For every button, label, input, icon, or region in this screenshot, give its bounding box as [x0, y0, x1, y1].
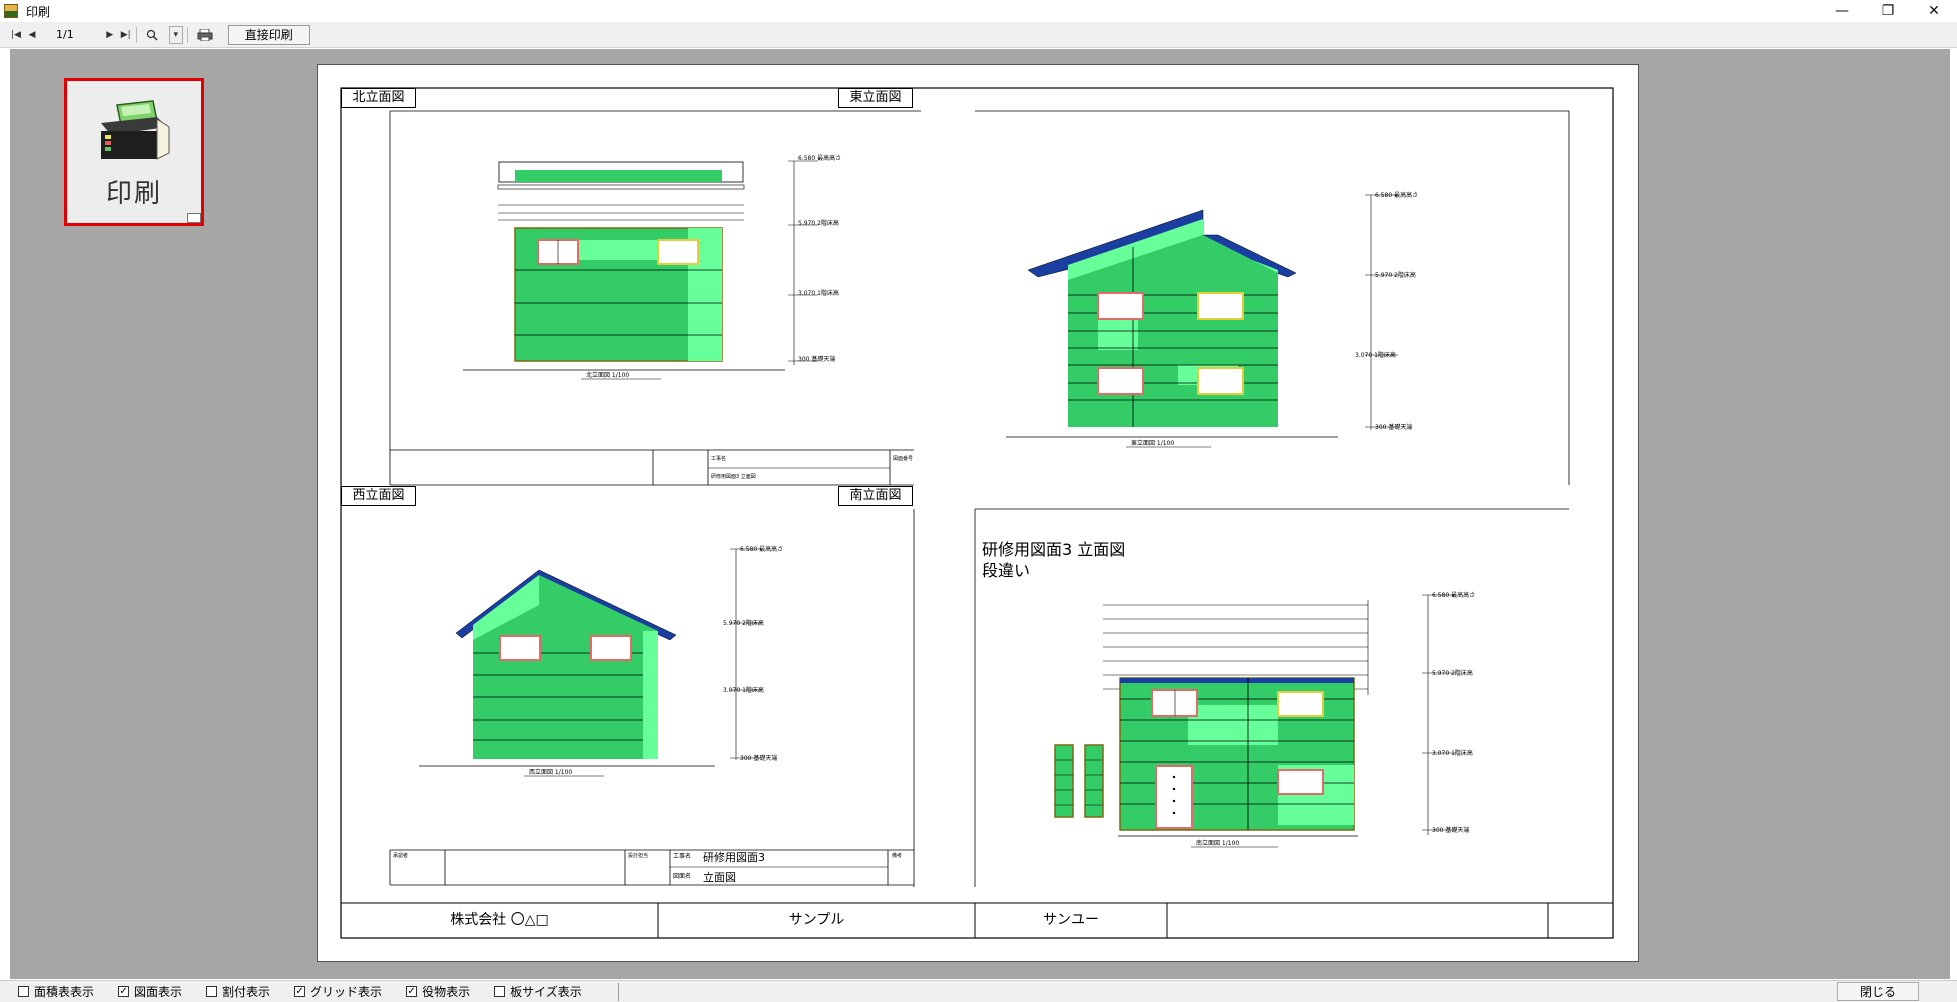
svg-text:西立面図 1/100: 西立面図 1/100 [529, 768, 572, 776]
svg-text:5.970 2階床高: 5.970 2階床高 [1432, 669, 1473, 677]
checkbox-label: 板サイズ表示 [510, 985, 582, 999]
svg-text:3.070 1階床高: 3.070 1階床高 [798, 289, 839, 297]
svg-text:北立面図 1/100: 北立面図 1/100 [586, 371, 629, 379]
minimize-button[interactable]: — [1819, 0, 1865, 22]
next-page-icon[interactable]: ▶ [104, 26, 116, 44]
checkbox-label: 割付表示 [222, 985, 271, 999]
svg-text:東立面図 1/100: 東立面図 1/100 [1131, 439, 1174, 447]
checkbox-drawing[interactable]: ✓ 図面表示 [118, 983, 182, 1000]
title-block-drawing-value: 立面図 [703, 871, 736, 884]
checkbox-box[interactable] [206, 986, 218, 997]
svg-text:5.970 2階床高: 5.970 2階床高 [1375, 271, 1416, 279]
status-divider [618, 983, 619, 1001]
svg-text:300 基礎天端: 300 基礎天端 [740, 754, 777, 762]
svg-text:300 基礎天端: 300 基礎天端 [1375, 423, 1412, 431]
panel-label-north: 北立面図 [341, 88, 416, 108]
svg-text:6.580 最高高さ: 6.580 最高高さ [1432, 591, 1475, 599]
panel-label-west: 西立面図 [341, 486, 416, 506]
print-sheet: 工事名 研修用図面3 立面図 図面番号 北立面図 1/100 6.580 最高高… [317, 64, 1639, 962]
checkbox-box[interactable] [494, 986, 506, 997]
svg-text:3.070 1階床高: 3.070 1階床高 [723, 686, 764, 694]
title-block-drawing-label: 図面名 [673, 873, 692, 880]
app-icon [4, 4, 18, 18]
toolbar-divider [186, 26, 188, 43]
zoom-icon[interactable] [141, 26, 163, 44]
footer-maker: サンユー [1043, 912, 1099, 928]
maximize-button[interactable]: ❐ [1865, 0, 1911, 22]
svg-text:研修用図面3 立面図: 研修用図面3 立面図 [711, 473, 756, 480]
status-bar: 面積表表示 ✓ 図面表示 割付表示 ✓ グリッド表示 ✓ 役物表示 板サイズ表示 閉じ… [0, 980, 1957, 1002]
toolbar-divider [135, 26, 137, 43]
close-window-button[interactable]: ✕ [1911, 0, 1957, 22]
panel-label-east: 東立面図 [838, 88, 913, 108]
svg-text:6.580 最高高さ: 6.580 最高高さ [798, 154, 841, 162]
prev-page-icon[interactable]: ◀ [26, 26, 38, 44]
preview-toolbar: |◀ ◀ 1/1 ▶ ▶| ▾ 直接印刷 [0, 22, 1957, 48]
svg-text:3.070 1階床高: 3.070 1階床高 [1355, 351, 1396, 359]
footer-company: 株式会社 〇△□ [450, 912, 549, 928]
print-button-label: 印刷 [105, 179, 162, 209]
checkbox-label: 図面表示 [134, 985, 183, 999]
close-button[interactable]: 閉じる [1837, 982, 1919, 1001]
page-indicator: 1/1 [56, 28, 74, 41]
window-title: 印刷 [26, 4, 51, 19]
checkbox-grid[interactable]: ✓ グリッド表示 [294, 983, 382, 1000]
svg-text:300 基礎天端: 300 基礎天端 [798, 355, 835, 363]
drawing-subtitle: 段違い [982, 561, 1031, 580]
drawing-title: 研修用図面3 立面図 [982, 540, 1126, 559]
svg-text:5.970 2階床高: 5.970 2階床高 [723, 619, 764, 627]
svg-text:備考: 備考 [892, 852, 902, 859]
first-page-icon[interactable]: |◀ [10, 26, 22, 44]
checkbox-area-table[interactable]: 面積表表示 [18, 983, 94, 1000]
svg-text:300 基礎天端: 300 基礎天端 [1432, 826, 1469, 834]
checkbox-box[interactable]: ✓ [406, 986, 418, 997]
checkbox-label: 面積表表示 [34, 985, 95, 999]
title-block-project-label: 工事名 [673, 853, 692, 860]
print-button[interactable]: 印刷 [64, 78, 204, 226]
svg-text:6.580 最高高さ: 6.580 最高高さ [1375, 191, 1418, 199]
svg-text:図面番号: 図面番号 [893, 455, 913, 462]
svg-text:5.970 2階床高: 5.970 2階床高 [798, 219, 839, 227]
svg-text:工事名: 工事名 [711, 455, 726, 462]
svg-text:南立面図 1/100: 南立面図 1/100 [1196, 839, 1239, 847]
elevation-drawing: 工事名 研修用図面3 立面図 図面番号 北立面図 1/100 6.580 最高高… [340, 87, 1614, 939]
panel-label-south: 南立面図 [838, 486, 913, 506]
title-bar: 印刷 — ❐ ✕ [0, 0, 1957, 22]
print-button-corner [187, 213, 201, 223]
checkbox-box[interactable] [18, 986, 29, 997]
footer-sample: サンプル [788, 912, 845, 928]
checkbox-accessories[interactable]: ✓ 役物表示 [406, 983, 470, 1000]
checkbox-box[interactable]: ✓ [294, 986, 306, 997]
checkbox-box[interactable]: ✓ [118, 986, 130, 997]
svg-text:承認者: 承認者 [393, 852, 408, 859]
svg-text:3.070 1階床高: 3.070 1階床高 [1432, 749, 1473, 757]
svg-text:設計担当: 設計担当 [628, 852, 648, 859]
last-page-icon[interactable]: ▶| [120, 26, 132, 44]
checkbox-board-size[interactable]: 板サイズ表示 [494, 983, 582, 1000]
direct-print-button[interactable]: 直接印刷 [227, 24, 310, 45]
checkbox-label: グリッド表示 [310, 985, 383, 999]
svg-text:6.580 最高高さ: 6.580 最高高さ [740, 545, 783, 553]
printer-icon [101, 100, 170, 160]
checkbox-label: 役物表示 [422, 985, 471, 999]
zoom-dropdown-icon[interactable]: ▾ [168, 25, 183, 44]
title-block-project-value: 研修用図面3 [703, 851, 765, 864]
printer-small-icon[interactable] [192, 26, 218, 44]
checkbox-allocation[interactable]: 割付表示 [206, 983, 270, 1000]
